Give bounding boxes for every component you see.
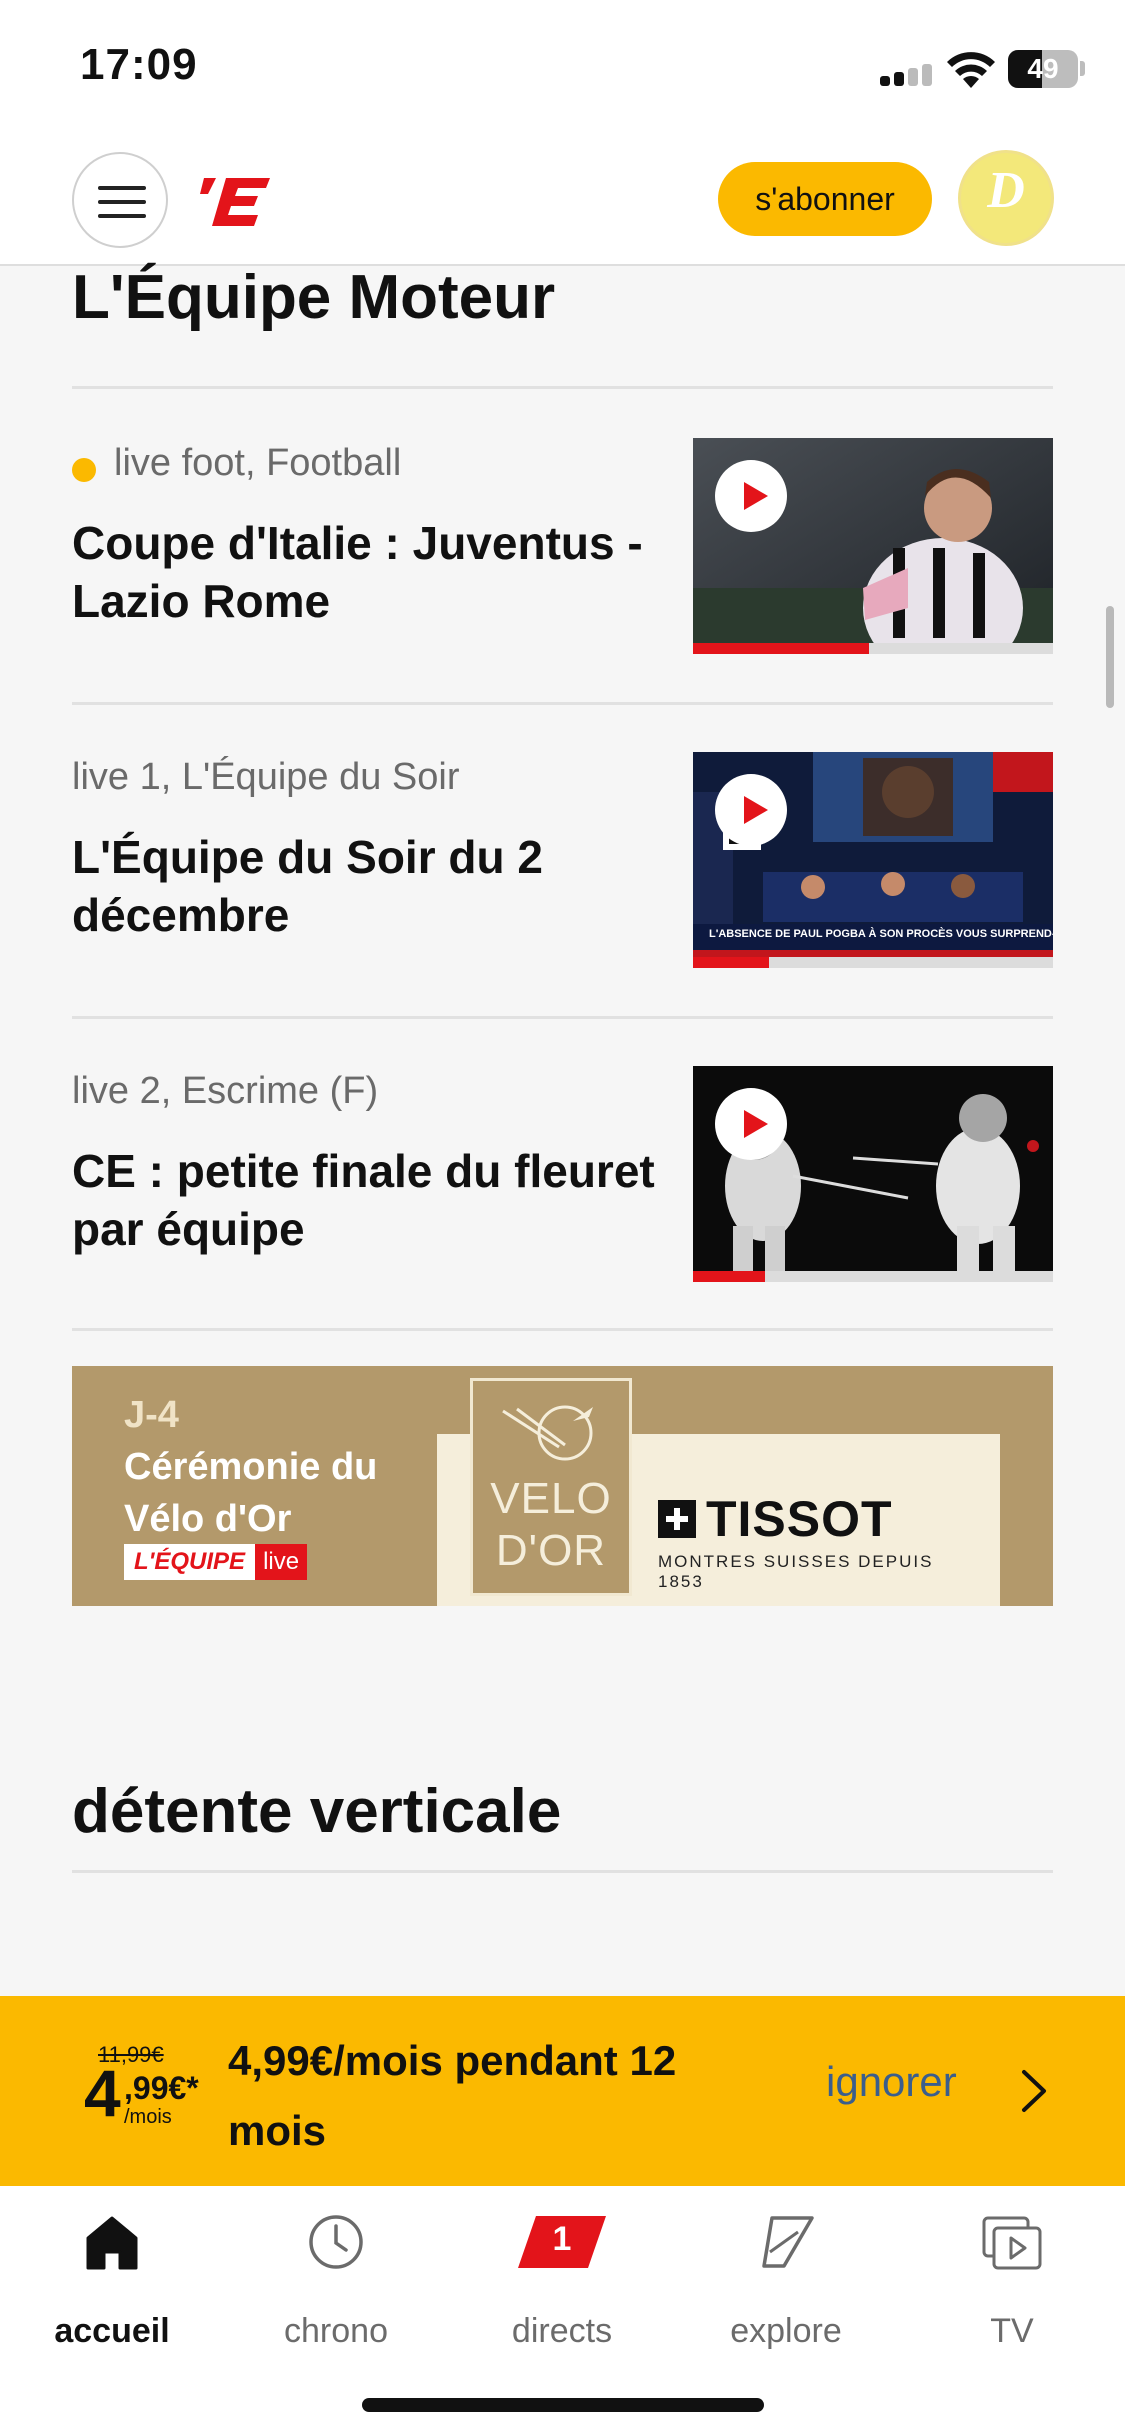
promo-price-unit: /mois <box>124 2106 172 2128</box>
avatar-initial: D <box>987 162 1025 219</box>
swiss-cross-icon <box>658 1500 696 1538</box>
card-headline[interactable]: Coupe d'Italie : Juventus - Lazio Rome <box>72 514 672 630</box>
tissot-wordmark: TISSOT <box>706 1491 893 1547</box>
home-indicator[interactable] <box>362 2398 764 2412</box>
section-title-moteur: L'Équipe Moteur <box>72 263 556 332</box>
velo-dor-wheel-icon <box>502 1405 593 1461</box>
thumbnail-caption: L'ABSENCE DE PAUL POGBA À SON PROCÈS VOU… <box>709 928 1053 940</box>
tab-explore[interactable]: explore <box>696 2212 876 2352</box>
battery-icon: 49 <box>1008 50 1078 88</box>
lequipe-wordmark: L'ÉQUIPE <box>124 1544 256 1580</box>
ad-event-title: Cérémonie du Vélo d'Or <box>124 1446 378 1540</box>
menu-line <box>98 186 146 190</box>
status-time: 17:09 <box>80 40 198 89</box>
card-category: live foot, Football <box>114 442 402 484</box>
video-thumbnail[interactable] <box>693 438 1053 654</box>
divider <box>72 1328 1053 1331</box>
cellular-signal-icon <box>880 62 932 86</box>
tab-directs[interactable]: 1 directs <box>472 2212 652 2352</box>
battery-tip <box>1080 61 1085 76</box>
status-bar: 17:09 49 <box>0 0 1125 140</box>
divider <box>72 1870 1053 1873</box>
home-icon <box>86 2216 138 2270</box>
clock-icon <box>309 2215 363 2269</box>
ad-left-block: J-4 Cérémonie du Vélo d'Or <box>124 1394 424 1545</box>
tab-accueil[interactable]: accueil <box>22 2212 202 2352</box>
lequipe-live-logo: L'ÉQUIPE live <box>124 1544 308 1580</box>
wifi-icon <box>947 52 995 88</box>
divider <box>72 1016 1053 1019</box>
divider <box>72 386 1053 389</box>
promo-price-cents: ,99€* <box>124 2070 199 2106</box>
velo-dor-logo: VELO D'OR <box>470 1378 632 1596</box>
subscribe-button[interactable]: s'abonner <box>718 162 932 236</box>
menu-line <box>98 214 146 218</box>
tab-tv[interactable]: TV <box>922 2212 1102 2352</box>
tab-label: explore <box>730 2312 842 2350</box>
menu-line <box>98 200 146 204</box>
velo-dor-logo-text: VELO D'OR <box>490 1474 612 1575</box>
chevron-right-icon[interactable] <box>1014 2066 1054 2116</box>
battery-percent: 49 <box>1027 53 1059 84</box>
tissot-sponsor: TISSOT MONTRES SUISSES DEPUIS 1853 <box>658 1490 968 1592</box>
ad-banner-velo-dor[interactable]: J-4 Cérémonie du Vélo d'Or L'ÉQUIPE live… <box>72 1366 1053 1606</box>
tab-label: TV <box>990 2312 1034 2350</box>
watch-progress-fill <box>693 643 870 654</box>
ad-countdown: J-4 <box>124 1394 179 1436</box>
card-headline[interactable]: CE : petite finale du fleuret par équipe <box>72 1142 672 1258</box>
play-icon[interactable] <box>715 774 787 846</box>
video-thumbnail[interactable]: L'ABSENCE DE PAUL POGBA À SON PROCÈS VOU… <box>693 752 1053 968</box>
card-category: live 2, Escrime (F) <box>72 1070 379 1112</box>
watch-progress-fill <box>693 1271 765 1282</box>
video-thumbnail[interactable] <box>693 1066 1053 1282</box>
tissot-tagline: MONTRES SUISSES DEPUIS 1853 <box>658 1552 934 1591</box>
app-header: s'abonner D <box>0 140 1125 266</box>
tissot-brand: TISSOT <box>658 1490 968 1548</box>
section-title-detente: détente verticale <box>72 1777 562 1846</box>
promo-price-int: 4 <box>84 2056 121 2130</box>
watch-progress-fill <box>693 957 769 968</box>
play-icon[interactable] <box>715 460 787 532</box>
tab-label: chrono <box>284 2312 388 2350</box>
explore-icon <box>762 2216 814 2268</box>
user-avatar[interactable]: D <box>958 150 1054 246</box>
lequipe-logo-icon[interactable] <box>196 160 276 240</box>
tab-label: directs <box>511 2312 613 2350</box>
tv-play-icon <box>982 2216 1042 2270</box>
live-card-1[interactable]: live foot, Football Coupe d'Italie : Juv… <box>72 438 1053 654</box>
tab-label: accueil <box>54 2312 170 2350</box>
card-headline[interactable]: L'Équipe du Soir du 2 décembre <box>72 828 672 944</box>
subscription-promo-bar[interactable]: 11,99€ 4 ,99€* /mois 4,99€/mois pendant … <box>0 1996 1125 2186</box>
promo-ignore-button[interactable]: ignorer <box>826 2058 957 2106</box>
scroll-indicator[interactable] <box>1106 606 1114 708</box>
live-tag: live <box>255 1544 308 1580</box>
card-category: live 1, L'Équipe du Soir <box>72 756 460 798</box>
live-count-badge: 1 <box>552 2220 572 2258</box>
live-card-2[interactable]: live 1, L'Équipe du Soir L'Équipe du Soi… <box>72 752 1053 968</box>
tab-chrono[interactable]: chrono <box>246 2212 426 2352</box>
play-icon[interactable] <box>715 1088 787 1160</box>
hamburger-menu-button[interactable] <box>72 152 168 248</box>
live-card-3[interactable]: live 2, Escrime (F) CE : petite finale d… <box>72 1066 1053 1282</box>
divider <box>72 702 1053 705</box>
promo-text[interactable]: 4,99€/mois pendant 12 mois <box>228 2026 748 2166</box>
